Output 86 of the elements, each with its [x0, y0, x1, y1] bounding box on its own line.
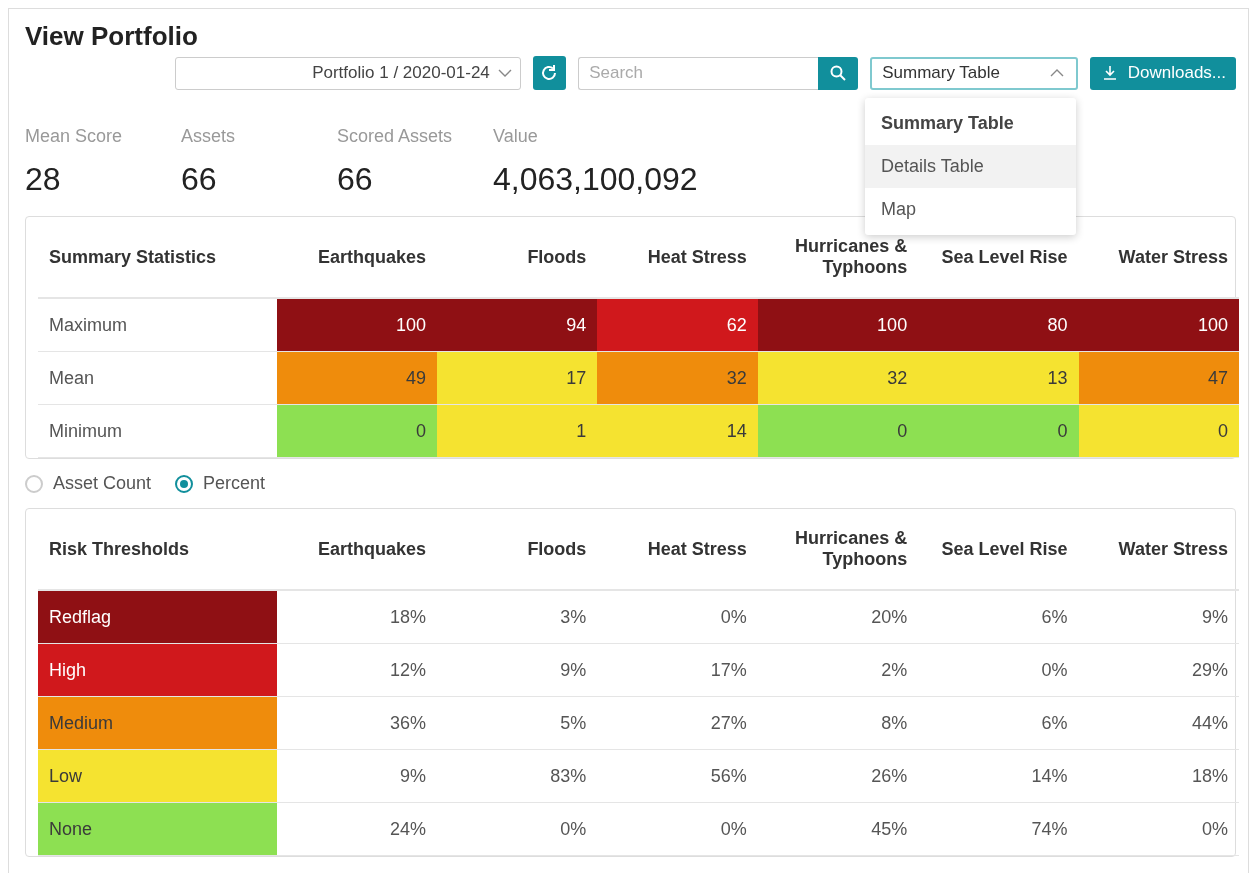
row-label: Minimum [38, 404, 277, 458]
column-header: Sea Level Rise [918, 509, 1079, 590]
column-header: Floods [437, 509, 598, 590]
row-label: Mean [38, 351, 277, 405]
score-cell: 0 [757, 404, 919, 458]
portfolio-dropdown[interactable]: Portfolio 1 / 2020-01-24 [175, 56, 521, 90]
score-cell: 94 [437, 298, 598, 352]
table-cell: 36% [276, 696, 437, 750]
stat-label: Assets [181, 126, 237, 147]
row-label: Maximum [38, 298, 277, 352]
table-cell: 0% [597, 802, 758, 856]
stat-label: Scored Assets [337, 126, 454, 147]
score-cell: 0 [1078, 404, 1239, 458]
score-cell: 100 [757, 298, 919, 352]
stat-value: 4,063,100,092 [493, 161, 698, 198]
search-field[interactable]: Search [578, 56, 819, 90]
score-cell: 32 [757, 351, 919, 405]
risk-level-cell: Medium [38, 696, 277, 750]
table-cell: 24% [276, 802, 437, 856]
caret-icon [1049, 68, 1064, 78]
table-cell: 56% [597, 749, 758, 803]
score-cell: 62 [597, 298, 758, 352]
table-cell: 6% [918, 696, 1079, 750]
table-cell: 18% [276, 590, 437, 644]
stat-label: Mean Score [25, 126, 124, 147]
score-cell: 32 [597, 351, 758, 405]
table-cell: 0% [437, 802, 598, 856]
table-cell: 2% [757, 643, 919, 697]
score-cell: 80 [918, 298, 1079, 352]
radio-option[interactable]: Asset Count [25, 473, 152, 494]
stat-value: 28 [25, 161, 62, 198]
score-cell: 100 [276, 298, 437, 352]
score-cell: 0 [918, 404, 1079, 458]
table-cell: 3% [437, 590, 598, 644]
page-title: View Portfolio [25, 21, 199, 52]
table-cell: 26% [757, 749, 919, 803]
column-header: Earthquakes [276, 509, 437, 590]
score-cell: 100 [1078, 298, 1239, 352]
risk-level-cell: None [38, 802, 277, 856]
search-button[interactable] [818, 56, 859, 90]
table-cell: 45% [757, 802, 919, 856]
score-cell: 0 [276, 404, 437, 458]
score-cell: 14 [597, 404, 758, 458]
table-cell: 9% [437, 643, 598, 697]
table-cell: 27% [597, 696, 758, 750]
table-cell: 8% [757, 696, 919, 750]
table-cell: 29% [1078, 643, 1239, 697]
risk-level-cell: Redflag [38, 590, 277, 644]
table-cell: 74% [918, 802, 1079, 856]
refresh-button[interactable] [532, 56, 567, 90]
caret-icon [497, 68, 512, 78]
risk-level-cell: Low [38, 749, 277, 803]
view-dropdown[interactable]: Summary Table [870, 56, 1078, 90]
table-cell: 12% [276, 643, 437, 697]
table-cell: 17% [597, 643, 758, 697]
score-cell: 49 [276, 351, 437, 405]
menu-item[interactable]: Summary Table [865, 102, 1076, 145]
score-cell: 13 [918, 351, 1079, 405]
risk-level-cell: High [38, 643, 277, 697]
stat-label: Value [493, 126, 539, 147]
table-cell: 14% [918, 749, 1079, 803]
search-icon [829, 64, 848, 82]
downloads-button[interactable]: Downloads... [1089, 56, 1236, 90]
table-cell: 44% [1078, 696, 1239, 750]
table-cell: 83% [437, 749, 598, 803]
stat-value: 66 [181, 161, 218, 198]
score-cell: 17 [437, 351, 598, 405]
table-cell: 9% [1078, 590, 1239, 644]
stat-value: 66 [337, 161, 374, 198]
column-header: Hurricanes & Typhoons [757, 509, 919, 590]
table-cell: 18% [1078, 749, 1239, 803]
column-header: Heat Stress [597, 509, 758, 590]
menu-item[interactable]: Details Table [865, 145, 1076, 188]
table-cell: 20% [757, 590, 919, 644]
table-cell: 0% [1078, 802, 1239, 856]
table-cell: 9% [276, 749, 437, 803]
column-header: Summary Statistics [38, 217, 277, 298]
download-icon [1101, 65, 1118, 81]
table-cell: 6% [918, 590, 1079, 644]
score-cell: 1 [437, 404, 598, 458]
column-header: Water Stress [1078, 509, 1239, 590]
table-cell: 0% [597, 590, 758, 644]
radio-option[interactable]: Percent [175, 473, 266, 494]
table-cell: 0% [918, 643, 1079, 697]
table-cell: 5% [437, 696, 598, 750]
score-cell: 47 [1078, 351, 1239, 405]
